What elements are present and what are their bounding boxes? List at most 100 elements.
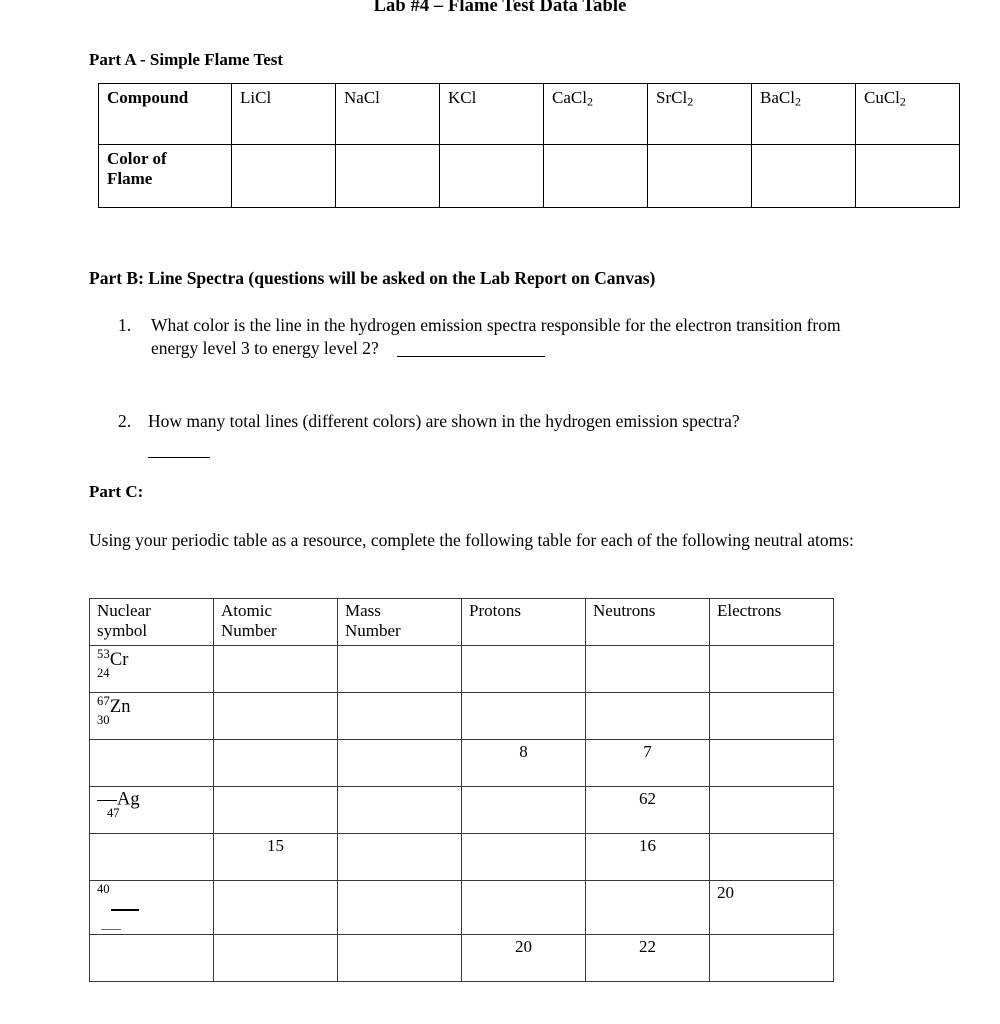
atomic-number-cell[interactable] <box>213 645 338 693</box>
flame-color-cell-nacl[interactable] <box>335 144 440 208</box>
mass-number-cell[interactable] <box>337 933 462 982</box>
electrons-cell[interactable] <box>709 833 834 881</box>
neutrons-cell[interactable]: 62 <box>585 786 710 834</box>
table-row-flame-color: Color of Flame <box>98 144 960 208</box>
mass-number-cell[interactable] <box>337 833 462 881</box>
compound-formula-base: KCl <box>448 88 477 107</box>
compound-row-label: Compound <box>98 83 232 145</box>
nuclear-symbol-cell[interactable] <box>89 739 214 787</box>
isotope-element-symbol: Zn <box>109 696 131 717</box>
protons-cell[interactable] <box>461 786 586 834</box>
neutrons-cell[interactable] <box>585 692 710 740</box>
compound-cell-bacl2: BaCl2 <box>751 83 856 145</box>
table-row: 40 20 <box>89 880 834 935</box>
question-2-answer-blank-wrap <box>148 442 210 461</box>
atomic-number-cell[interactable] <box>213 786 338 834</box>
electrons-cell[interactable]: 20 <box>709 880 834 935</box>
compound-formula-sub: 2 <box>586 94 593 109</box>
flame-color-cell-licl[interactable] <box>231 144 336 208</box>
table-header-row: Nuclear symbol Atomic Number Mass Number Pr… <box>89 598 834 646</box>
compound-formula-sub: 2 <box>899 94 906 109</box>
question-2-answer-blank[interactable] <box>148 442 210 459</box>
isotope-element-symbol: Ag <box>117 789 140 810</box>
part-c-instructions: Using your periodic table as a resource,… <box>89 530 854 550</box>
atomic-number-cell[interactable]: 15 <box>213 833 338 881</box>
isotope-mass-number-blank <box>97 789 117 802</box>
electrons-cell[interactable] <box>709 933 834 982</box>
part-b-heading: Part B: Line Spectra (questions will be … <box>89 268 656 288</box>
compound-formula-sub: 2 <box>794 94 801 109</box>
compound-cell-cucl2: CuCl2 <box>855 83 960 145</box>
mass-number-cell[interactable] <box>337 786 462 834</box>
nuclear-symbol-cell[interactable]: 67Zn 30 <box>89 692 214 740</box>
compound-formula-base: CuCl <box>864 88 900 107</box>
worksheet-page: Lab #4 – Flame Test Data Table Part A - … <box>0 0 1000 1024</box>
nuclear-symbol-cell[interactable]: 53Cr 24 <box>89 645 214 693</box>
compound-formula-base: SrCl <box>656 88 688 107</box>
question-2-number: 2. <box>118 411 132 431</box>
page-title: Lab #4 – Flame Test Data Table <box>373 0 627 16</box>
neutrons-cell[interactable]: 22 <box>585 933 710 982</box>
atomic-structure-table: Nuclear symbol Atomic Number Mass Number Pr… <box>89 598 834 982</box>
compound-cell-cacl2: CaCl2 <box>543 83 648 145</box>
atomic-number-cell[interactable] <box>213 739 338 787</box>
table-row: 20 22 <box>89 933 834 982</box>
atomic-number-cell[interactable] <box>213 880 338 935</box>
compound-formula-sub: 2 <box>687 94 694 109</box>
flame-color-cell-bacl2[interactable] <box>751 144 856 208</box>
column-header-mass-number: Mass Number <box>337 598 462 646</box>
compound-formula-base: CaCl <box>552 88 587 107</box>
flame-color-cell-cacl2[interactable] <box>543 144 648 208</box>
isotope-mass-number: 40 <box>97 882 110 896</box>
electrons-cell[interactable] <box>709 645 834 693</box>
nuclear-symbol-cell[interactable]: 40 <box>89 880 214 935</box>
column-header-nuclear-symbol: Nuclear symbol <box>89 598 214 646</box>
flame-color-cell-srcl2[interactable] <box>647 144 752 208</box>
color-of-flame-row-label: Color of Flame <box>98 144 232 208</box>
column-header-atomic-number: Atomic Number <box>213 598 338 646</box>
mass-number-cell[interactable] <box>337 645 462 693</box>
question-1-number: 1. <box>118 315 132 335</box>
compound-cell-nacl: NaCl <box>335 83 440 145</box>
compound-formula-base: NaCl <box>344 88 380 107</box>
protons-cell[interactable]: 8 <box>461 739 586 787</box>
question-1-answer-blank[interactable] <box>396 339 545 357</box>
part-a-heading: Part A - Simple Flame Test <box>89 50 284 69</box>
neutrons-cell[interactable] <box>585 645 710 693</box>
neutrons-cell[interactable] <box>585 880 710 935</box>
neutrons-cell[interactable]: 16 <box>585 833 710 881</box>
flame-color-cell-kcl[interactable] <box>439 144 544 208</box>
mass-number-cell[interactable] <box>337 880 462 935</box>
table-row: Ag 47 62 <box>89 786 834 834</box>
neutrons-cell[interactable]: 7 <box>585 739 710 787</box>
mass-number-cell[interactable] <box>337 692 462 740</box>
isotope-notation: Ag 47 <box>97 789 140 819</box>
protons-cell[interactable] <box>461 692 586 740</box>
protons-cell[interactable] <box>461 645 586 693</box>
isotope-element-symbol: Cr <box>109 649 129 670</box>
table-row: 15 16 <box>89 833 834 881</box>
electrons-cell[interactable] <box>709 786 834 834</box>
protons-cell[interactable] <box>461 833 586 881</box>
compound-cell-licl: LiCl <box>231 83 336 145</box>
mass-number-cell[interactable] <box>337 739 462 787</box>
nuclear-symbol-cell[interactable] <box>89 933 214 982</box>
isotope-notation: 53Cr 24 <box>97 647 129 680</box>
electrons-cell[interactable] <box>709 739 834 787</box>
protons-cell[interactable] <box>461 880 586 935</box>
column-header-protons: Protons <box>461 598 586 646</box>
atomic-number-cell[interactable] <box>213 933 338 982</box>
protons-cell[interactable]: 20 <box>461 933 586 982</box>
table-row: 8 7 <box>89 739 834 787</box>
isotope-notation: 40 <box>97 882 213 934</box>
nuclear-symbol-cell[interactable]: Ag 47 <box>89 786 214 834</box>
nuclear-symbol-cell[interactable] <box>89 833 214 881</box>
isotope-atomic-number-blank <box>101 916 213 934</box>
electrons-cell[interactable] <box>709 692 834 740</box>
flame-test-table: Compound LiCl NaCl KCl CaCl2 SrCl2 BaCl2… <box>98 83 960 208</box>
flame-color-cell-cucl2[interactable] <box>855 144 960 208</box>
question-1: 1. What color is the line in the hydroge… <box>118 314 878 360</box>
compound-formula-base: LiCl <box>240 88 272 107</box>
atomic-number-cell[interactable] <box>213 692 338 740</box>
column-header-electrons: Electrons <box>709 598 834 646</box>
